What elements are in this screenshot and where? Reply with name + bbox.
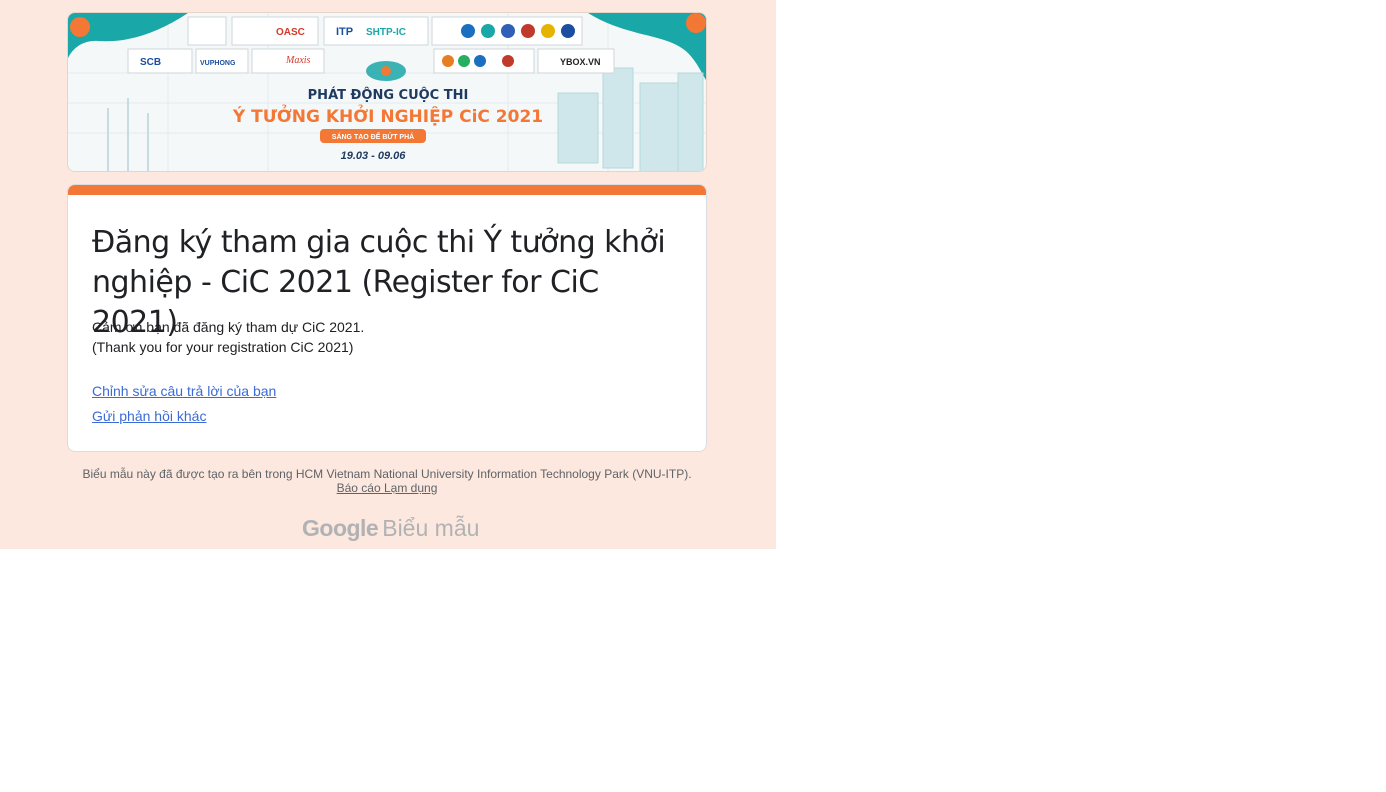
banner-logo-scb: SCB bbox=[140, 57, 161, 68]
report-abuse-link[interactable]: Báo cáo Lạm dụng bbox=[337, 481, 438, 495]
banner-logo-oasc: OASC bbox=[276, 27, 305, 38]
confirmation-message-vi: Cảm ơn bạn đã đăng ký tham dự CiC 2021. bbox=[92, 319, 365, 335]
confirmation-message-en: (Thank you for your registration CiC 202… bbox=[92, 339, 354, 355]
header-banner-image: ITP OASC SHTP-IC SCB VUPHONG Maxis YBOX.… bbox=[67, 12, 707, 172]
confirmation-message: Cảm ơn bạn đã đăng ký tham dự CiC 2021. … bbox=[92, 317, 364, 357]
google-wordmark: Google bbox=[302, 515, 379, 541]
banner-slogan: SÁNG TẠO ĐỂ BỨT PHÁ bbox=[332, 132, 414, 141]
banner-logo-maxis: Maxis bbox=[285, 55, 311, 66]
confirmation-card: Đăng ký tham gia cuộc thi Ý tưởng khởi n… bbox=[67, 184, 707, 452]
banner-logo-shtp: SHTP-IC bbox=[366, 27, 406, 38]
footer-notice: Biểu mẫu này đã được tạo ra bên trong HC… bbox=[82, 467, 692, 481]
banner-logo-ybox: YBOX.VN bbox=[560, 57, 601, 67]
edit-response-link[interactable]: Chỉnh sửa câu trả lời của bạn bbox=[92, 383, 276, 399]
forms-wordmark: Biểu mẫu bbox=[382, 515, 480, 541]
banner-headline: PHÁT ĐỘNG CUỘC THI bbox=[308, 87, 469, 103]
banner-logo-itp: ITP bbox=[336, 26, 353, 38]
banner-logo-vuphong: VUPHONG bbox=[200, 60, 236, 67]
submit-another-response-link[interactable]: Gửi phản hồi khác bbox=[92, 408, 206, 424]
banner-dates: 19.03 - 09.06 bbox=[341, 150, 407, 162]
footer: Biểu mẫu này đã được tạo ra bên trong HC… bbox=[67, 467, 707, 495]
banner-title: Ý TƯỞNG KHỞI NGHIỆP CiC 2021 bbox=[232, 103, 543, 127]
google-forms-logo[interactable]: Google Biểu mẫu bbox=[302, 515, 479, 542]
card-accent-bar bbox=[68, 185, 706, 195]
